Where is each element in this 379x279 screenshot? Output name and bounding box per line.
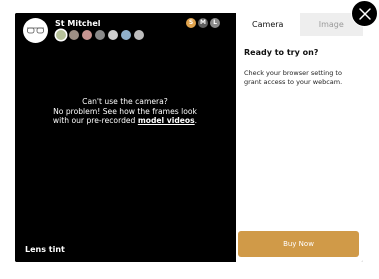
- close-button[interactable]: [351, 0, 378, 27]
- size-selector: SML: [186, 18, 220, 28]
- close-icon: [358, 7, 371, 20]
- side-panel: Camera Image Ready to try on? Check your…: [236, 13, 363, 262]
- try-on-modal: St Mitchel SML Can't use the camera? No …: [15, 13, 363, 262]
- color-swatch-light-grey[interactable]: [134, 30, 144, 40]
- color-swatch-taupe[interactable]: [69, 30, 79, 40]
- camera-view: St Mitchel SML Can't use the camera? No …: [15, 13, 236, 262]
- panel-title: Ready to try on?: [244, 48, 319, 57]
- message-line-1: Can't use the camera?: [82, 97, 168, 106]
- color-swatch-sage[interactable]: [56, 30, 66, 40]
- message-line-3-text: with our pre-recorded: [52, 116, 136, 126]
- glasses-icon: [27, 27, 44, 34]
- color-swatch-blue[interactable]: [121, 30, 131, 40]
- glasses-logo: [23, 18, 48, 43]
- model-videos-link[interactable]: model videos: [138, 116, 195, 125]
- lens-tint-label[interactable]: Lens tint: [25, 245, 65, 254]
- message-line-3: with our pre-recorded model videos.: [27, 116, 223, 126]
- size-option-s[interactable]: S: [186, 18, 196, 28]
- camera-message: Can't use the camera? No problem! See ho…: [27, 97, 223, 126]
- color-swatch-rose[interactable]: [82, 30, 92, 40]
- buy-now-button[interactable]: Buy Now: [238, 231, 359, 257]
- color-swatch-silver[interactable]: [108, 30, 118, 40]
- tab-bar: Camera Image: [236, 13, 363, 36]
- size-option-l[interactable]: L: [210, 18, 220, 28]
- tab-camera[interactable]: Camera: [236, 13, 300, 36]
- color-swatch-grey[interactable]: [95, 30, 105, 40]
- message-line-2: No problem! See how the frames look: [53, 106, 197, 116]
- color-swatches: [56, 30, 144, 40]
- panel-body: Check your browser setting to grant acce…: [244, 69, 343, 86]
- frame-name: St Mitchel: [55, 19, 101, 28]
- message-suffix: .: [194, 116, 198, 126]
- size-option-m[interactable]: M: [198, 18, 208, 28]
